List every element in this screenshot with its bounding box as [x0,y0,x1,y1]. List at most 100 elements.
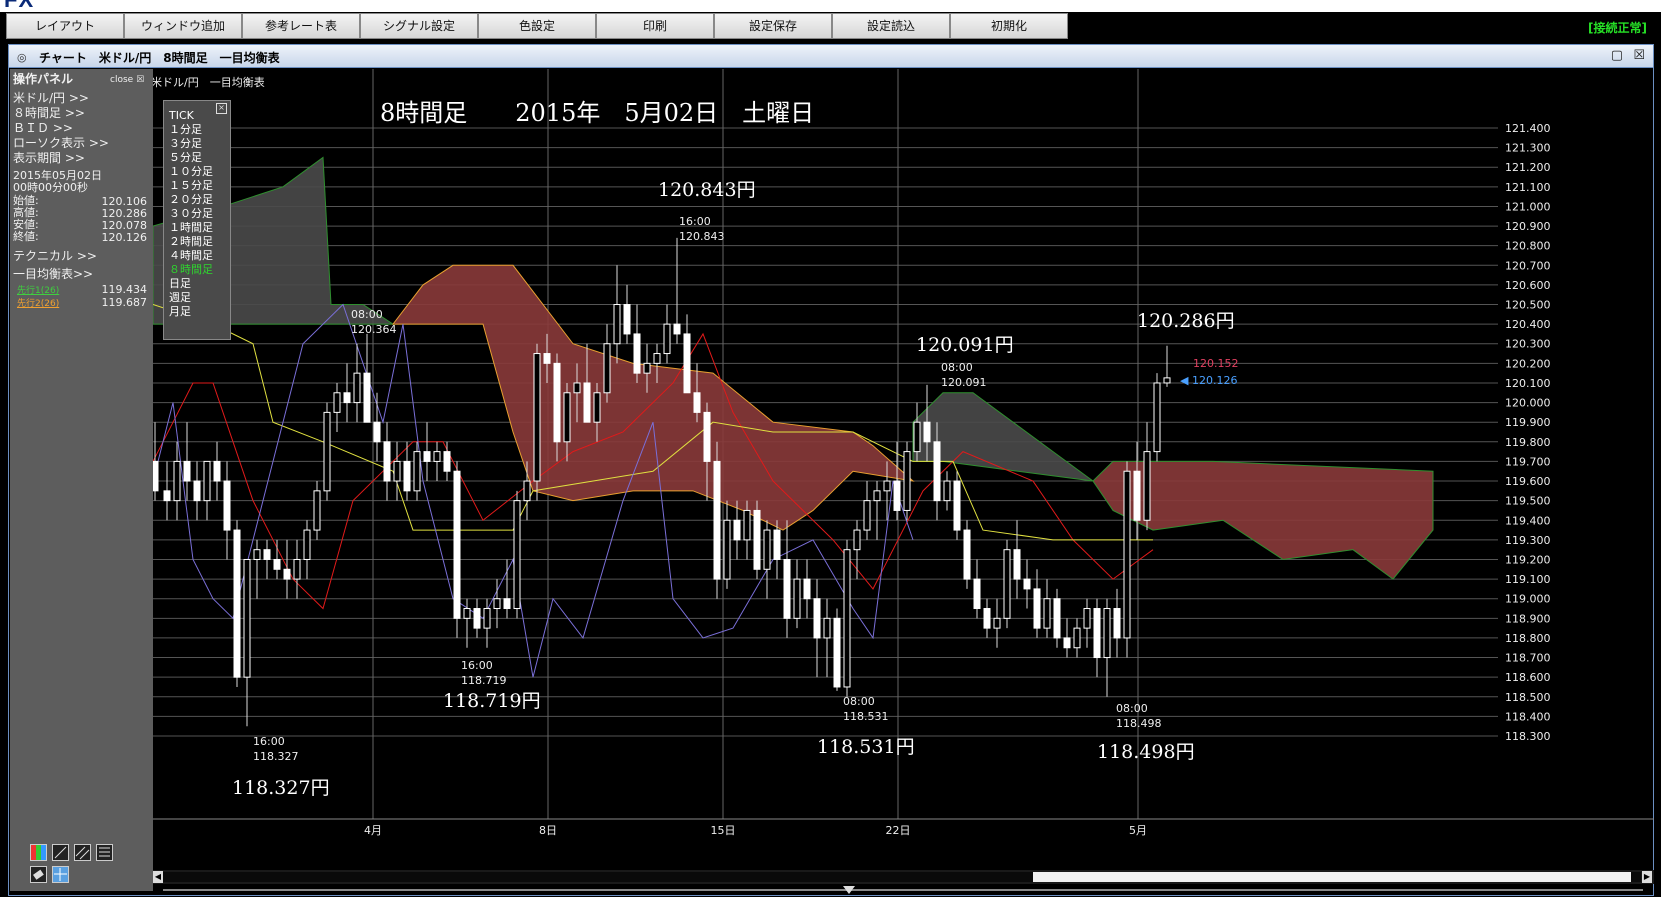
candle-down [503,598,511,610]
crosshair-icon[interactable] [52,866,69,883]
candle-up [1103,608,1111,659]
candle-up [1163,377,1171,384]
y-tick-label: 118.400 [1505,710,1551,723]
panel-title: 操作パネル [13,72,74,86]
candle-up [1043,598,1051,629]
candle-down [813,598,821,639]
y-tick-label: 118.700 [1505,652,1551,665]
candle-down [703,411,711,462]
restore-icon[interactable]: ▢ [1611,48,1623,63]
timeframe-selector[interactable]: ８時間足 >> [13,106,85,120]
candle-up [653,353,661,364]
y-tick-label: 120.800 [1505,240,1551,253]
y-tick-label: 119.800 [1505,436,1551,449]
timeframe-item[interactable]: 月足 [169,305,191,319]
timeframe-item[interactable]: ４時間足 [169,249,213,263]
annotation-value: 118.531 [843,710,889,723]
annotation-price: 120.843円 [658,179,756,201]
candle-down [733,519,741,541]
menu-rate-table-button[interactable]: 参考レート表 [242,13,360,39]
timeframe-item[interactable]: ２０分足 [169,193,213,207]
period-selector[interactable]: 表示期間 >> [13,151,85,165]
candle-down [183,460,191,482]
candle-up [743,509,751,541]
candle-down [1093,608,1101,659]
candle-down [453,470,461,619]
timeframe-item[interactable]: TICK [169,109,194,123]
candle-up [863,500,871,531]
window-titlebar[interactable]: ◎ チャート 米ドル/円 8時間足 一目均衡表 ▢ ☒ [8,44,1654,68]
timeframe-item[interactable]: １時間足 [169,221,213,235]
candle-up [763,529,771,570]
candle-down [283,568,291,580]
menu-layout-button[interactable]: レイアウト [6,13,124,39]
x-tick-label: 8日 [539,824,557,837]
zoom-slider[interactable] [153,886,1654,894]
candle-up [873,490,881,502]
menu-print-button[interactable]: 印刷 [596,13,714,39]
annotation-value: 118.498 [1116,717,1162,730]
close-icon[interactable]: ☒ [136,75,144,85]
scroll-thumb[interactable] [1033,872,1631,882]
annotation-value: 120.843 [679,230,725,243]
timeframe-item[interactable]: １５分足 [169,179,213,193]
eraser-icon[interactable] [30,866,47,883]
menu-save-button[interactable]: 設定保存 [714,13,832,39]
timeframe-item[interactable]: ２時間足 [169,235,213,249]
timeframe-item[interactable]: ３分足 [169,137,202,151]
annotation-price: 120.286円 [1137,310,1235,332]
timeframe-item[interactable]: １分足 [169,123,202,137]
price-chart[interactable]: 121.400 121.300 121.200 121.100 121.000 120.9… [153,69,1654,869]
color-palette-icon[interactable] [30,844,47,861]
candle-up [323,411,331,492]
menu-signal-button[interactable]: シグナル設定 [360,13,478,39]
scroll-right-icon[interactable]: ▶ [1642,871,1652,883]
technical-selector[interactable]: テクニカル >> [13,249,97,263]
parallel-line-icon[interactable] [74,844,91,861]
panel-close-label: close [110,75,134,85]
candle-up [843,549,851,688]
y-tick-label: 119.300 [1505,534,1551,547]
y-tick-label: 120.400 [1505,318,1551,331]
candle-down [773,529,781,560]
candle-up [823,617,831,639]
panel-close-button[interactable]: close ☒ [110,73,144,87]
candle-up [993,617,1001,629]
y-tick-label: 121.000 [1505,200,1551,213]
candle-up [513,500,521,610]
timeframe-item[interactable]: 日足 [169,277,191,291]
span1-label: 先行1(26) [17,286,60,296]
candle-down [953,480,961,531]
menu-load-button[interactable]: 設定読込 [832,13,950,39]
timeframe-item[interactable]: ３０分足 [169,207,213,221]
y-tick-label: 118.500 [1505,691,1551,704]
timeframe-item[interactable]: ８時間足 [169,263,213,277]
pair-selector[interactable]: 米ドル/円 >> [13,91,89,105]
candle-down [443,451,451,472]
menu-bar: レイアウト ウィンドウ追加 参考レート表 シグナル設定 色設定 印刷 設定保存 … [0,12,1661,40]
timeframe-item[interactable]: １０分足 [169,165,213,179]
candle-down [233,529,241,678]
close-icon[interactable]: × [216,103,227,114]
app-logo: FX [0,0,200,12]
timeframe-menu: × TICK １分足 ３分足 ５分足 １０分足 １５分足 ２０分足 ３０分足 １時間足 ２時間足 ４… [163,100,231,340]
ichimoku-selector[interactable]: 一目均衡表>> [13,267,93,281]
line-draw-icon[interactable] [52,844,69,861]
timeframe-item[interactable]: ５分足 [169,151,202,165]
menu-add-window-button[interactable]: ウィンドウ追加 [124,13,242,39]
chart-heading: 8時間足 2015年 5月02日 土曜日 [380,99,814,127]
y-tick-label: 120.600 [1505,279,1551,292]
chart-scrollbar[interactable]: ◀ ▶ [153,870,1654,884]
close-icon[interactable]: ☒ [1633,48,1645,63]
bid-selector[interactable]: ＢＩＤ >> [13,121,73,135]
candle-up [293,558,301,580]
scroll-left-icon[interactable]: ◀ [153,871,163,883]
timeframe-item[interactable]: 週足 [169,291,191,305]
fibonacci-icon[interactable] [96,844,113,861]
candle-down [193,480,201,502]
connection-status: [接続正常] [1588,21,1647,35]
menu-reset-button[interactable]: 初期化 [950,13,1068,39]
candle-selector[interactable]: ローソク表示 >> [13,136,109,150]
candle-down [473,608,481,629]
menu-color-button[interactable]: 色設定 [478,13,596,39]
